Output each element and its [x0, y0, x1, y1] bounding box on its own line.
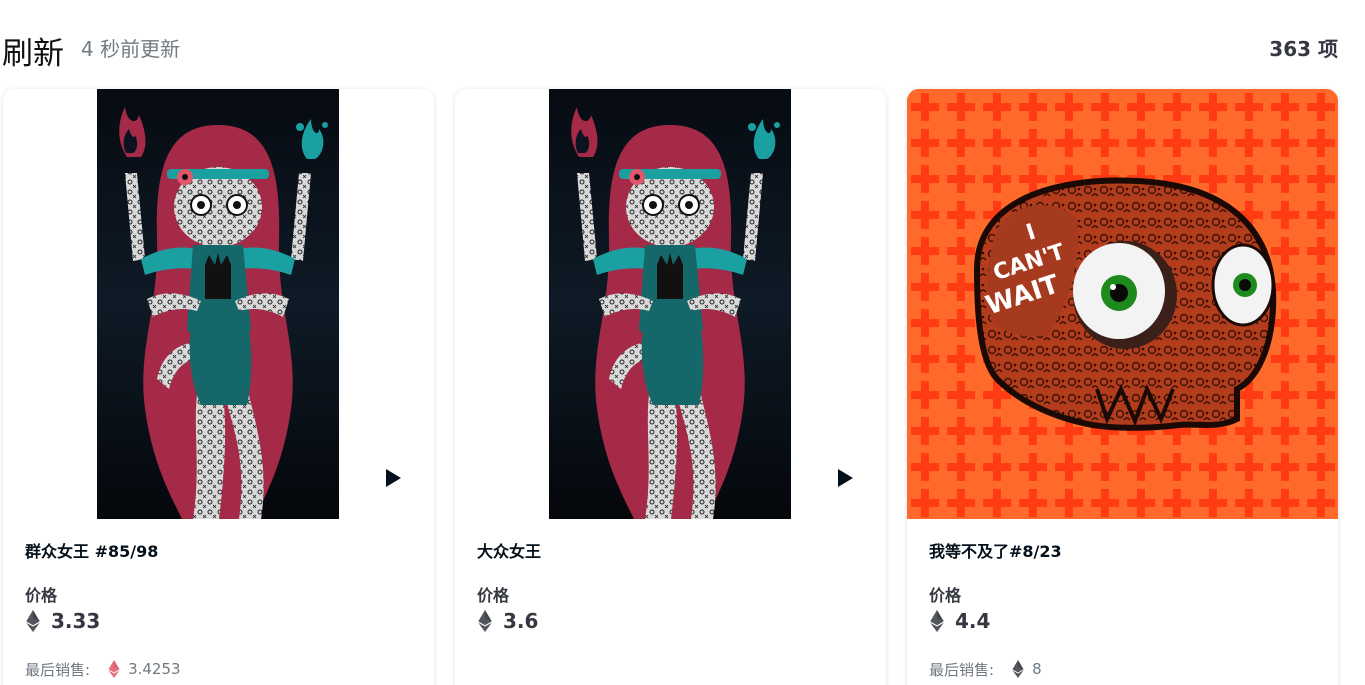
ethereum-icon — [1012, 660, 1024, 678]
last-sale-row: 最后销售: 8 — [929, 658, 1042, 680]
nft-artwork-image — [549, 89, 791, 519]
nft-card[interactable]: 我等不及了#8/23 价格 4.4 最后销售: 8 — [907, 89, 1338, 685]
price-label: 价格 — [929, 586, 962, 605]
price-row: 3.6 — [477, 608, 538, 634]
play-icon[interactable] — [381, 466, 405, 490]
last-sale-value: 8 — [1032, 660, 1042, 678]
ethereum-icon — [26, 610, 40, 632]
last-sale-label: 最后销售: — [25, 660, 91, 679]
nft-card[interactable]: 大众女王 价格 3.6 — [455, 89, 886, 685]
ethereum-icon — [930, 610, 944, 632]
nft-media[interactable] — [3, 89, 434, 519]
last-updated-text: 4 秒前更新 — [81, 37, 181, 61]
nft-title: 群众女王 #85/98 — [25, 542, 159, 561]
play-icon[interactable] — [833, 466, 857, 490]
results-toolbar: 刷新 4 秒前更新 363 项 — [0, 0, 1365, 89]
price-label: 价格 — [477, 586, 510, 605]
price-value: 4.4 — [955, 609, 991, 633]
nft-card[interactable]: 群众女王 #85/98 价格 3.33 最后销售: 3.4253 — [3, 89, 434, 685]
ethereum-icon — [478, 610, 492, 632]
price-label: 价格 — [25, 586, 58, 605]
item-count: 363 项 — [1269, 37, 1338, 61]
price-value: 3.33 — [51, 609, 101, 633]
nft-artwork-image — [907, 89, 1338, 519]
last-sale-value: 3.4253 — [128, 660, 181, 678]
nft-media[interactable] — [455, 89, 886, 519]
price-row: 4.4 — [929, 608, 990, 634]
price-value: 3.6 — [503, 609, 539, 633]
refresh-button[interactable]: 刷新 — [2, 28, 64, 73]
nft-title: 大众女王 — [477, 542, 542, 561]
last-sale-label: 最后销售: — [929, 660, 995, 679]
nft-artwork-image — [97, 89, 339, 519]
weth-icon — [108, 660, 120, 678]
last-sale-row: 最后销售: 3.4253 — [25, 658, 181, 680]
nft-media[interactable] — [907, 89, 1338, 519]
nft-title: 我等不及了#8/23 — [929, 542, 1062, 561]
price-row: 3.33 — [25, 608, 100, 634]
